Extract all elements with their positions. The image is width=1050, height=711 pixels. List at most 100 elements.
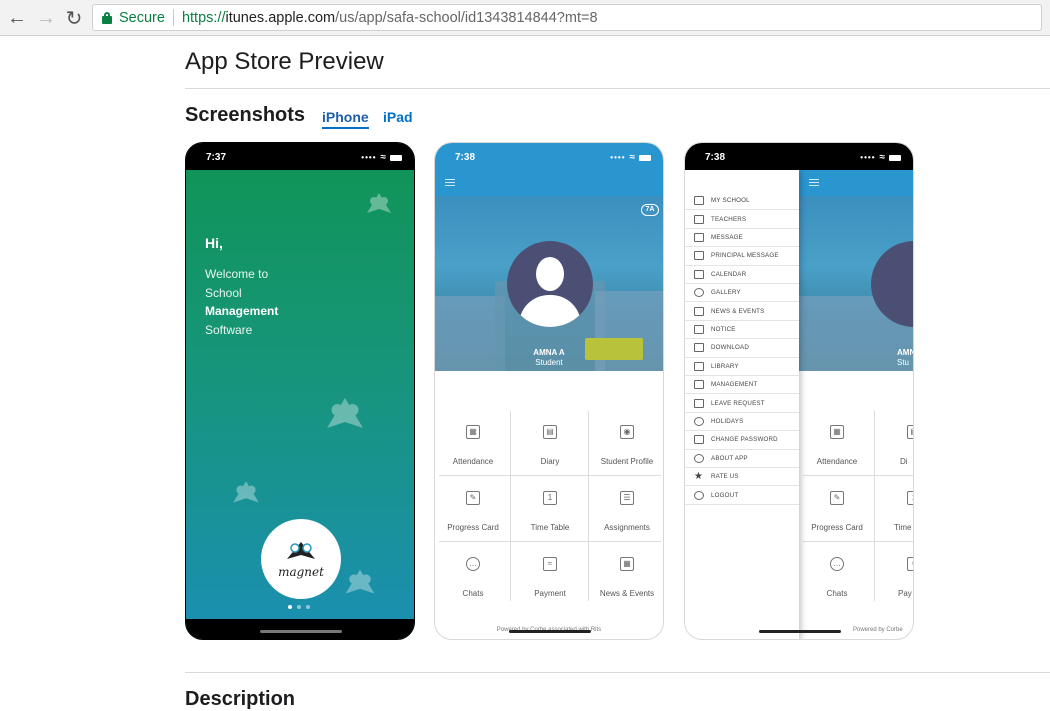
screenshot-welcome[interactable]: 7:37 •••• ≈ Hi, Welcome to School Managem… <box>185 142 415 640</box>
owl-mascot-icon <box>345 569 375 594</box>
menu-label: TEACHERS <box>711 215 747 223</box>
tile-label: Progress Card <box>447 523 499 532</box>
class-badge: 7A <box>641 204 659 216</box>
menu-item-management[interactable]: MANAGEMENT <box>685 376 799 395</box>
divider <box>185 88 1050 89</box>
welcome-line: Software <box>205 322 253 337</box>
welcome-line: Welcome to <box>205 267 269 281</box>
page-indicator <box>288 605 310 609</box>
tab-ipad[interactable]: iPad <box>383 109 413 125</box>
tile-news-events[interactable]: ▦ News & Events <box>589 543 663 605</box>
page-title: App Store Preview <box>185 48 384 75</box>
tile-label: Time <box>894 523 912 532</box>
welcome-line: School <box>205 285 242 300</box>
payment-icon: ≈ <box>907 557 913 571</box>
student-role: Stu <box>897 358 910 367</box>
menu-item-gallery[interactable]: GALLERY <box>685 284 799 303</box>
tile-label: News & Events <box>599 589 655 598</box>
menu-label: LIBRARY <box>711 362 739 370</box>
menu-label: DOWNLOAD <box>711 344 750 352</box>
student-name: AMNA A <box>533 348 565 357</box>
menu-label: NOTICE <box>711 325 736 333</box>
tile-label: Payment <box>534 589 566 598</box>
tile-assignments[interactable]: ☰ Assignments <box>589 477 663 539</box>
menu-item-download[interactable]: DOWNLOAD <box>685 339 799 358</box>
menu-item-logout[interactable]: LOGOUT <box>685 486 799 505</box>
assignments-icon: ☰ <box>620 491 634 505</box>
url-path: /us/app/safa-school/id1343814844?mt=8 <box>335 9 598 26</box>
attendance-icon: ▦ <box>830 425 844 439</box>
tile-label: Chats <box>826 589 848 598</box>
star-icon: ★ <box>694 471 703 483</box>
divider <box>172 9 174 26</box>
battery-icon <box>390 154 402 161</box>
tile-payment[interactable]: ≈ Payment <box>512 543 588 605</box>
teacher-icon <box>694 214 704 224</box>
wifi-icon: ≈ <box>629 152 636 163</box>
forward-button[interactable]: → <box>35 7 57 29</box>
tile-student-profile[interactable]: ◉ Student Profile <box>589 411 663 473</box>
menu-label: MY SCHOOL <box>711 197 750 205</box>
menu-item-message[interactable]: MESSAGE <box>685 229 799 248</box>
tile-label: Di <box>900 457 908 466</box>
menu-icon[interactable] <box>445 179 455 186</box>
back-button[interactable]: ← <box>6 7 28 29</box>
secure-label: Secure <box>119 9 165 26</box>
dashboard-underlay: AMN Stu ▦ Attendance ▤ Di ✎ Progress Card 1… <box>799 170 913 639</box>
menu-item-change-password[interactable]: CHANGE PASSWORD <box>685 431 799 450</box>
info-icon <box>694 453 704 463</box>
tile-label: Chats <box>462 589 484 598</box>
tile-diary[interactable]: ▤ Diary <box>512 411 588 473</box>
menu-item-leave-request[interactable]: LEAVE REQUEST <box>685 394 799 413</box>
key-icon <box>694 435 704 445</box>
notice-icon <box>694 324 704 334</box>
address-bar[interactable]: Secure https://itunes.apple.com/us/app/s… <box>92 4 1042 31</box>
wifi-icon: ≈ <box>879 152 886 163</box>
divider <box>185 672 1050 673</box>
school-icon <box>694 196 704 206</box>
menu-item-library[interactable]: LIBRARY <box>685 358 799 376</box>
powered-by: Powered by Corbe <box>853 627 903 633</box>
menu-item-my-school[interactable]: MY SCHOOL <box>685 192 799 211</box>
tile-attendance[interactable]: ▦ Attendance <box>435 411 511 473</box>
magnet-logo: magnet <box>261 519 341 599</box>
menu-item-calendar[interactable]: CALENDAR <box>685 266 799 284</box>
chats-icon: … <box>830 557 844 571</box>
progress-card-icon: ✎ <box>466 491 480 505</box>
tile-progress-card[interactable]: ✎ Progress Card <box>435 477 511 539</box>
leave-request-icon <box>694 398 704 408</box>
reload-button[interactable]: ↻ <box>63 7 85 30</box>
tile-time-table[interactable]: 1 Time Table <box>512 477 588 539</box>
menu-item-holidays[interactable]: HOLIDAYS <box>685 413 799 432</box>
attendance-icon: ▦ <box>466 425 480 439</box>
home-indicator <box>260 630 342 633</box>
battery-icon <box>889 154 901 161</box>
menu-item-news-events[interactable]: NEWS & EVENTS <box>685 302 799 321</box>
menu-label: LOGOUT <box>711 491 739 499</box>
url-host: itunes.apple.com <box>225 9 336 26</box>
screenshot-menu[interactable]: 7:38 ••••≈ AMN Stu ▦Attendance ▤Di ✎Prog… <box>684 142 914 640</box>
menu-item-principal-message[interactable]: PRINCIPAL MESSAGE <box>685 247 799 266</box>
tile-label: Progress Card <box>811 523 863 532</box>
signal-icon: •••• <box>361 153 377 162</box>
lock-icon <box>102 11 112 24</box>
greeting: Hi, <box>205 235 223 251</box>
tile-chats[interactable]: … Chats <box>435 543 511 605</box>
screenshot-dashboard[interactable]: 7:38 •••• ≈ 7A AMNA A Student ▦ Attendance… <box>434 142 664 640</box>
diary-icon: ▤ <box>907 425 913 439</box>
gallery-icon <box>694 288 704 298</box>
menu-item-about-app[interactable]: ABOUT APP <box>685 450 799 468</box>
tab-iphone[interactable]: iPhone <box>322 109 369 129</box>
menu-item-rate-us[interactable]: ★ RATE US <box>685 468 799 487</box>
calendar-icon <box>694 269 704 279</box>
news-events-icon: ▦ <box>620 557 634 571</box>
wifi-icon: ≈ <box>380 152 387 163</box>
avatar <box>507 241 593 327</box>
url-scheme: https:// <box>181 9 226 26</box>
menu-label: MANAGEMENT <box>711 381 758 389</box>
menu-label: GALLERY <box>711 289 741 297</box>
menu-item-notice[interactable]: NOTICE <box>685 321 799 340</box>
tile-label: Student Profile <box>600 457 654 466</box>
menu-item-teachers[interactable]: TEACHERS <box>685 210 799 229</box>
home-indicator <box>509 630 591 633</box>
